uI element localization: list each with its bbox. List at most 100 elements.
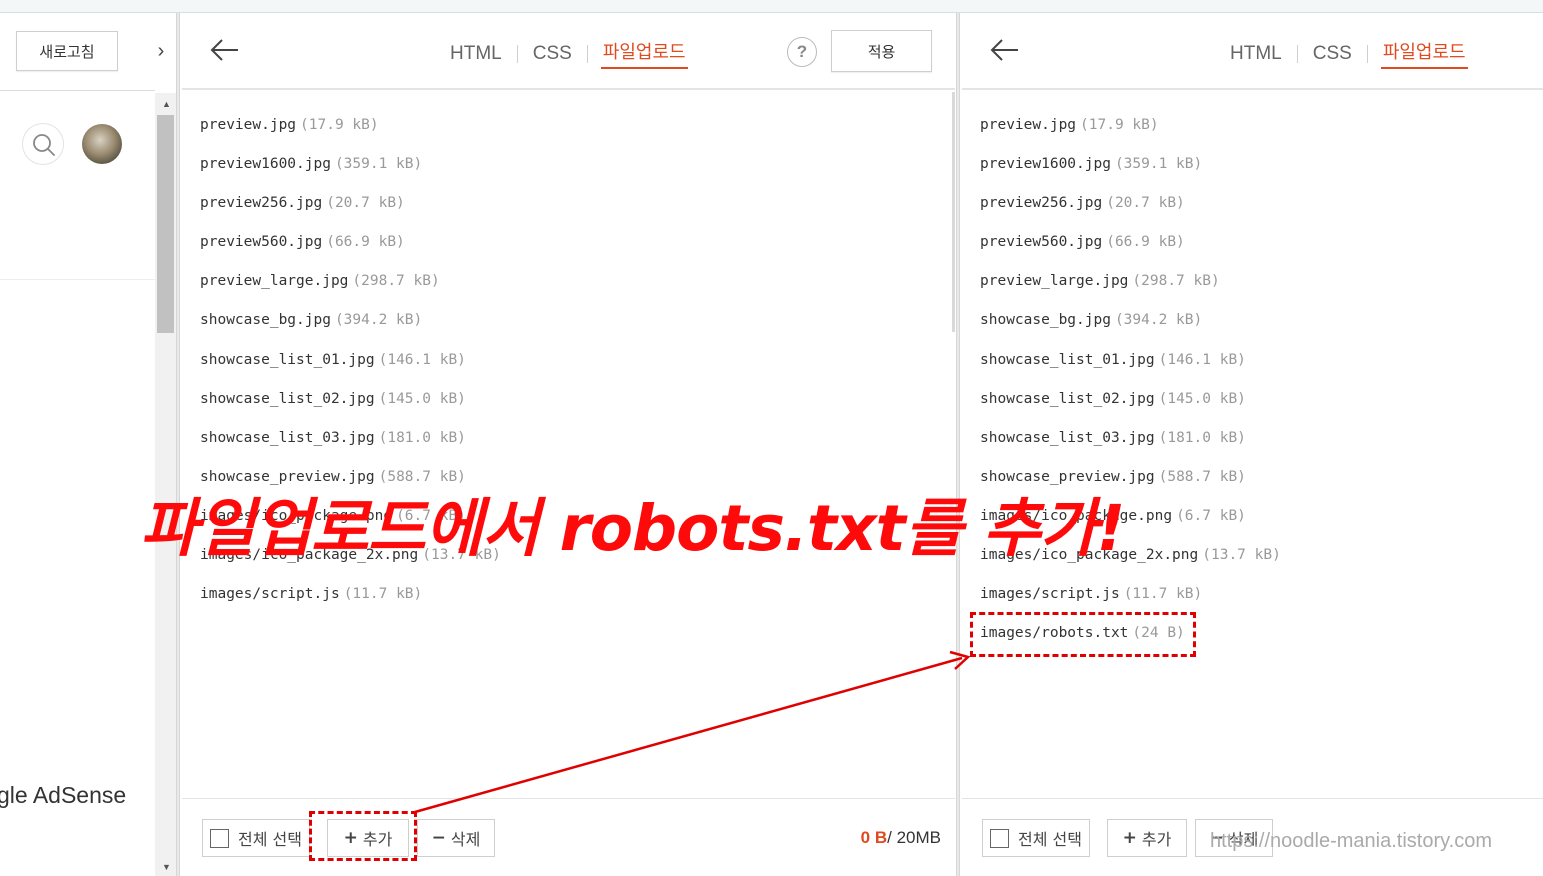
- file-item[interactable]: preview.jpg (17.9 kB): [980, 106, 1281, 145]
- file-size: (20.7 kB): [326, 195, 405, 212]
- file-size: (145.0 kB): [1158, 390, 1246, 407]
- scrollbar-thumb[interactable]: [157, 115, 174, 333]
- panel-header: HTML CSS 파일업로드 ? 적용: [182, 13, 955, 90]
- plus-icon: +: [1122, 828, 1137, 848]
- tab-html[interactable]: HTML: [1228, 40, 1284, 68]
- tab-separator: [1296, 45, 1298, 63]
- file-list: preview.jpg (17.9 kB) preview1600.jpg (359.…: [980, 106, 1281, 653]
- minus-icon: −: [431, 828, 446, 848]
- avatar[interactable]: [82, 124, 122, 164]
- file-item[interactable]: preview1600.jpg (359.1 kB): [200, 145, 501, 184]
- file-name: preview256.jpg: [980, 195, 1103, 212]
- search-button[interactable]: [22, 123, 64, 165]
- file-size: (145.0 kB): [378, 390, 466, 407]
- blog-sidebar: 새로고침 › gle AdSense ▲ ▼: [0, 13, 178, 876]
- help-icon[interactable]: ?: [787, 37, 817, 67]
- chevron-right-icon[interactable]: ›: [150, 39, 172, 63]
- tab-separator: [586, 45, 588, 63]
- file-upload-panel-before: HTML CSS 파일업로드 ? 적용 preview.jpg (17.9 kB)…: [182, 13, 955, 876]
- file-size: (11.7 kB): [1123, 586, 1203, 603]
- file-item[interactable]: showcase_list_02.jpg (145.0 kB): [200, 380, 501, 419]
- file-name: images/script.js: [200, 586, 340, 603]
- file-item[interactable]: showcase_list_03.jpg (181.0 kB): [980, 419, 1281, 458]
- file-size: (13.7 kB): [1202, 547, 1281, 564]
- file-item[interactable]: showcase_list_01.jpg (146.1 kB): [200, 341, 501, 380]
- file-size: (11.7 kB): [343, 586, 423, 603]
- editor-tabs: HTML CSS 파일업로드: [1228, 39, 1468, 69]
- window-top-strip: [0, 0, 1543, 13]
- file-name: preview1600.jpg: [980, 156, 1111, 173]
- tab-css[interactable]: CSS: [1311, 40, 1354, 68]
- scroll-down-icon[interactable]: ▼: [155, 858, 178, 876]
- checkbox-icon: [990, 828, 1010, 848]
- checkbox-icon: [210, 828, 230, 848]
- add-file-button[interactable]: + 추가: [1107, 819, 1187, 857]
- pane-splitter[interactable]: [956, 13, 960, 876]
- tab-css[interactable]: CSS: [531, 40, 574, 68]
- search-icon: [33, 134, 55, 156]
- file-item[interactable]: images/script.js (11.7 kB): [200, 575, 501, 614]
- file-name: preview_large.jpg: [980, 273, 1129, 290]
- file-item[interactable]: showcase_bg.jpg (394.2 kB): [200, 301, 501, 340]
- file-size: (146.1 kB): [378, 351, 466, 368]
- highlight-add-button: [309, 811, 417, 861]
- file-name: showcase_list_02.jpg: [980, 390, 1155, 407]
- file-size: (298.7 kB): [1132, 273, 1220, 290]
- tab-file-upload[interactable]: 파일업로드: [600, 39, 688, 69]
- file-size: (394.2 kB): [1114, 312, 1203, 329]
- file-size: (66.9 kB): [1106, 234, 1185, 251]
- back-arrow-icon[interactable]: [988, 33, 1022, 67]
- file-size: (359.1 kB): [334, 156, 423, 173]
- quota-used: 0 B: [860, 828, 888, 847]
- select-all-label: 전체 선택: [238, 830, 302, 849]
- file-name: preview560.jpg: [200, 234, 323, 251]
- apply-button[interactable]: 적용: [831, 30, 932, 72]
- file-name: preview560.jpg: [980, 234, 1103, 251]
- file-item[interactable]: showcase_list_01.jpg (146.1 kB): [980, 341, 1281, 380]
- file-item[interactable]: preview256.jpg (20.7 kB): [980, 184, 1281, 223]
- adsense-label: gle AdSense: [0, 782, 127, 808]
- file-item[interactable]: preview560.jpg (66.9 kB): [980, 223, 1281, 262]
- file-name: images/script.js: [980, 586, 1120, 603]
- storage-quota: 0 B/ 20MB: [861, 828, 941, 848]
- file-name: preview_large.jpg: [200, 273, 349, 290]
- file-item[interactable]: showcase_bg.jpg (394.2 kB): [980, 301, 1281, 340]
- file-item[interactable]: preview_large.jpg (298.7 kB): [200, 262, 501, 301]
- file-size: (146.1 kB): [1158, 351, 1246, 368]
- editor-tabs: HTML CSS 파일업로드: [448, 39, 688, 69]
- file-item[interactable]: showcase_list_03.jpg (181.0 kB): [200, 419, 501, 458]
- refresh-button[interactable]: 새로고침: [16, 31, 118, 71]
- file-size: (181.0 kB): [378, 429, 466, 446]
- file-name: showcase_bg.jpg: [980, 312, 1111, 329]
- delete-file-button[interactable]: − 삭제: [417, 819, 495, 857]
- file-size: (66.9 kB): [326, 234, 405, 251]
- panel-footer: 전체 선택 + 추가 − 삭제 0 B/ 20MB: [182, 798, 955, 876]
- file-size: (588.7 kB): [1158, 468, 1246, 485]
- select-all-checkbox[interactable]: 전체 선택: [982, 819, 1090, 857]
- tab-separator: [1366, 45, 1368, 63]
- sidebar-divider: [0, 279, 155, 280]
- panel-scrollbar[interactable]: [952, 92, 955, 332]
- file-item[interactable]: images/script.js (11.7 kB): [980, 575, 1281, 614]
- tab-file-upload[interactable]: 파일업로드: [1380, 39, 1468, 69]
- file-item[interactable]: preview560.jpg (66.9 kB): [200, 223, 501, 262]
- file-item[interactable]: preview_large.jpg (298.7 kB): [980, 262, 1281, 301]
- file-item[interactable]: preview256.jpg (20.7 kB): [200, 184, 501, 223]
- file-item[interactable]: preview.jpg (17.9 kB): [200, 106, 501, 145]
- file-name: showcase_list_03.jpg: [200, 429, 375, 446]
- file-name: preview.jpg: [980, 117, 1077, 133]
- file-upload-panel-after: HTML CSS 파일업로드 preview.jpg (17.9 kB) previ…: [962, 13, 1543, 876]
- file-name: preview256.jpg: [200, 195, 323, 212]
- tab-html[interactable]: HTML: [448, 40, 504, 68]
- select-all-checkbox[interactable]: 전체 선택: [202, 819, 310, 857]
- file-item[interactable]: preview1600.jpg (359.1 kB): [980, 145, 1281, 184]
- pane-splitter[interactable]: [176, 13, 180, 876]
- annotation-caption: 파일업로드에서 robots.txt를 추가!: [140, 492, 1125, 565]
- file-size: (181.0 kB): [1158, 429, 1246, 446]
- back-arrow-icon[interactable]: [208, 33, 242, 67]
- file-size: (394.2 kB): [334, 312, 423, 329]
- watermark: https://noodle-mania.tistory.com: [1210, 830, 1492, 852]
- file-name: showcase_bg.jpg: [200, 312, 331, 329]
- file-item[interactable]: showcase_list_02.jpg (145.0 kB): [980, 380, 1281, 419]
- scroll-up-icon[interactable]: ▲: [155, 95, 178, 113]
